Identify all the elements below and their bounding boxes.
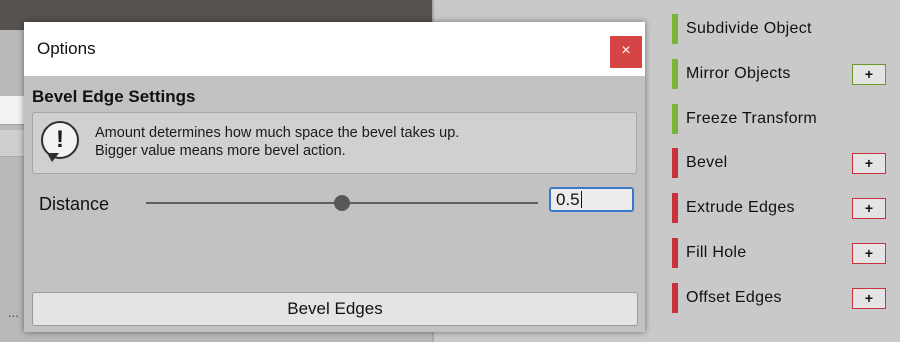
help-text: Amount determines how much space the bev… xyxy=(95,124,459,160)
background-ellipsis: ... xyxy=(8,305,19,320)
tool-item-subdivide-object[interactable]: Subdivide Object xyxy=(672,14,892,44)
tool-item-fill-hole[interactable]: Fill Hole + xyxy=(672,238,892,268)
status-bar xyxy=(672,283,678,313)
distance-input[interactable]: 0.5 xyxy=(549,187,634,212)
add-button[interactable]: + xyxy=(852,198,886,219)
add-button[interactable]: + xyxy=(852,64,886,85)
status-bar xyxy=(672,104,678,134)
distance-label: Distance xyxy=(39,194,110,214)
status-bar xyxy=(672,193,678,223)
help-line-1: Amount determines how much space the bev… xyxy=(95,125,460,141)
dialog-titlebar[interactable]: Options × xyxy=(24,22,645,76)
status-bar xyxy=(672,14,678,44)
help-box: ! Amount determines how much space the b… xyxy=(32,112,637,174)
help-line-2: Bigger value means more bevel action. xyxy=(95,143,346,159)
options-dialog: Options × Bevel Edge Settings ! Amount d… xyxy=(24,22,645,332)
add-button[interactable]: + xyxy=(852,153,886,174)
tool-item-extrude-edges[interactable]: Extrude Edges + xyxy=(672,193,892,223)
add-button[interactable]: + xyxy=(852,243,886,264)
tool-label: Mirror Objects xyxy=(686,65,791,82)
warning-speech-tail-icon xyxy=(47,153,59,162)
distance-slider-thumb[interactable] xyxy=(334,195,350,211)
add-button[interactable]: + xyxy=(852,288,886,309)
tool-label: Bevel xyxy=(686,154,728,171)
tool-label: Subdivide Object xyxy=(686,20,812,37)
tool-item-bevel[interactable]: Bevel + xyxy=(672,148,892,178)
section-header: Bevel Edge Settings xyxy=(32,87,196,106)
close-icon: × xyxy=(621,42,631,59)
close-button[interactable]: × xyxy=(610,36,642,68)
distance-value: 0.5 xyxy=(556,190,580,209)
text-caret xyxy=(580,191,582,208)
status-bar xyxy=(672,238,678,268)
tool-item-offset-edges[interactable]: Offset Edges + xyxy=(672,283,892,313)
status-bar xyxy=(672,59,678,89)
dialog-title: Options xyxy=(37,39,96,58)
tool-item-freeze-transform[interactable]: Freeze Transform xyxy=(672,104,892,134)
tool-label: Offset Edges xyxy=(686,289,782,306)
status-bar xyxy=(672,148,678,178)
tool-label: Freeze Transform xyxy=(686,110,818,127)
tool-label: Fill Hole xyxy=(686,244,747,261)
bevel-edges-button[interactable]: Bevel Edges xyxy=(32,292,638,326)
tool-item-mirror-objects[interactable]: Mirror Objects + xyxy=(672,59,892,89)
tool-label: Extrude Edges xyxy=(686,199,795,216)
